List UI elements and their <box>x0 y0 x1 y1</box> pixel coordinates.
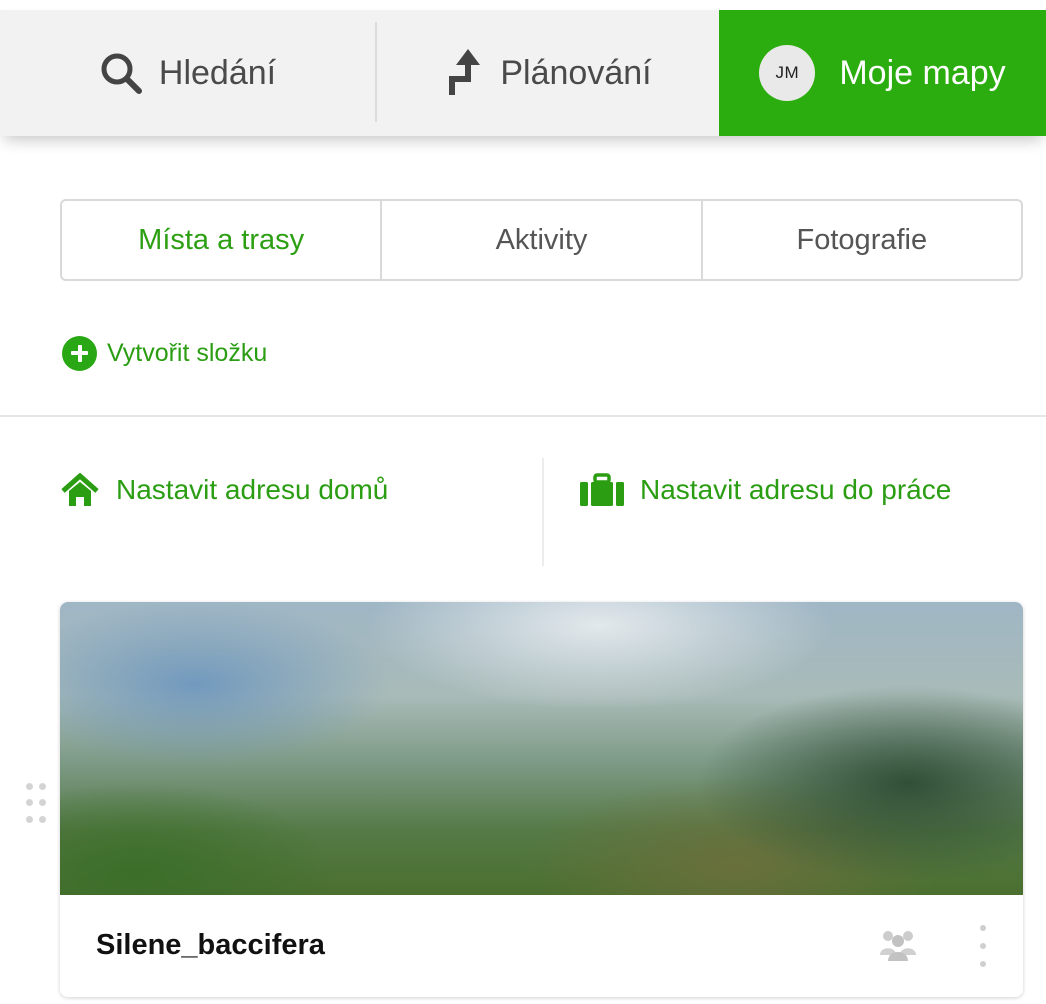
create-folder-label: Vytvořit složku <box>107 338 268 367</box>
tab-my-maps-label: Moje mapy <box>839 53 1006 92</box>
content-type-tabs: Místa a trasy Aktivity Fotografie <box>60 199 1023 281</box>
card-title: Silene_baccifera <box>96 929 325 961</box>
tab-photos[interactable]: Fotografie <box>700 201 1021 279</box>
tab-planning[interactable]: Plánování <box>377 10 719 136</box>
avatar: JM <box>759 45 816 101</box>
card-footer: Silene_baccifera <box>60 895 1023 997</box>
tab-search-label: Hledání <box>158 53 277 92</box>
map-card[interactable]: Silene_baccifera <box>60 602 1023 997</box>
card-thumbnail <box>60 602 1023 895</box>
tab-places-and-routes[interactable]: Místa a trasy <box>62 201 380 279</box>
tab-activities[interactable]: Aktivity <box>380 201 700 279</box>
create-folder-button[interactable]: Vytvořit složku <box>62 335 267 371</box>
plus-circle-icon <box>62 335 97 371</box>
shared-users-icon[interactable] <box>878 927 918 968</box>
tab-planning-label: Plánování <box>500 53 652 92</box>
set-home-address-link[interactable]: Nastavit adresu domů <box>60 470 388 510</box>
my-maps-panel: Hledání Plánování JM Moje mapy Místa a t… <box>0 0 1046 1004</box>
search-icon <box>99 51 143 95</box>
section-divider <box>0 415 1046 417</box>
set-home-address-label: Nastavit adresu domů <box>116 474 389 505</box>
home-icon <box>60 472 100 508</box>
tab-my-maps[interactable]: JM Moje mapy <box>719 10 1046 136</box>
briefcase-icon <box>580 473 624 507</box>
drag-handle[interactable] <box>26 783 50 825</box>
top-navigation: Hledání Plánování JM Moje mapy <box>0 10 1046 136</box>
route-turn-icon <box>444 49 484 97</box>
set-work-address-label: Nastavit adresu do práce <box>640 474 952 505</box>
tab-search[interactable]: Hledání <box>0 10 375 136</box>
address-divider <box>542 458 544 566</box>
set-work-address-link[interactable]: Nastavit adresu do práce <box>580 470 951 510</box>
kebab-menu-icon[interactable] <box>976 925 990 967</box>
